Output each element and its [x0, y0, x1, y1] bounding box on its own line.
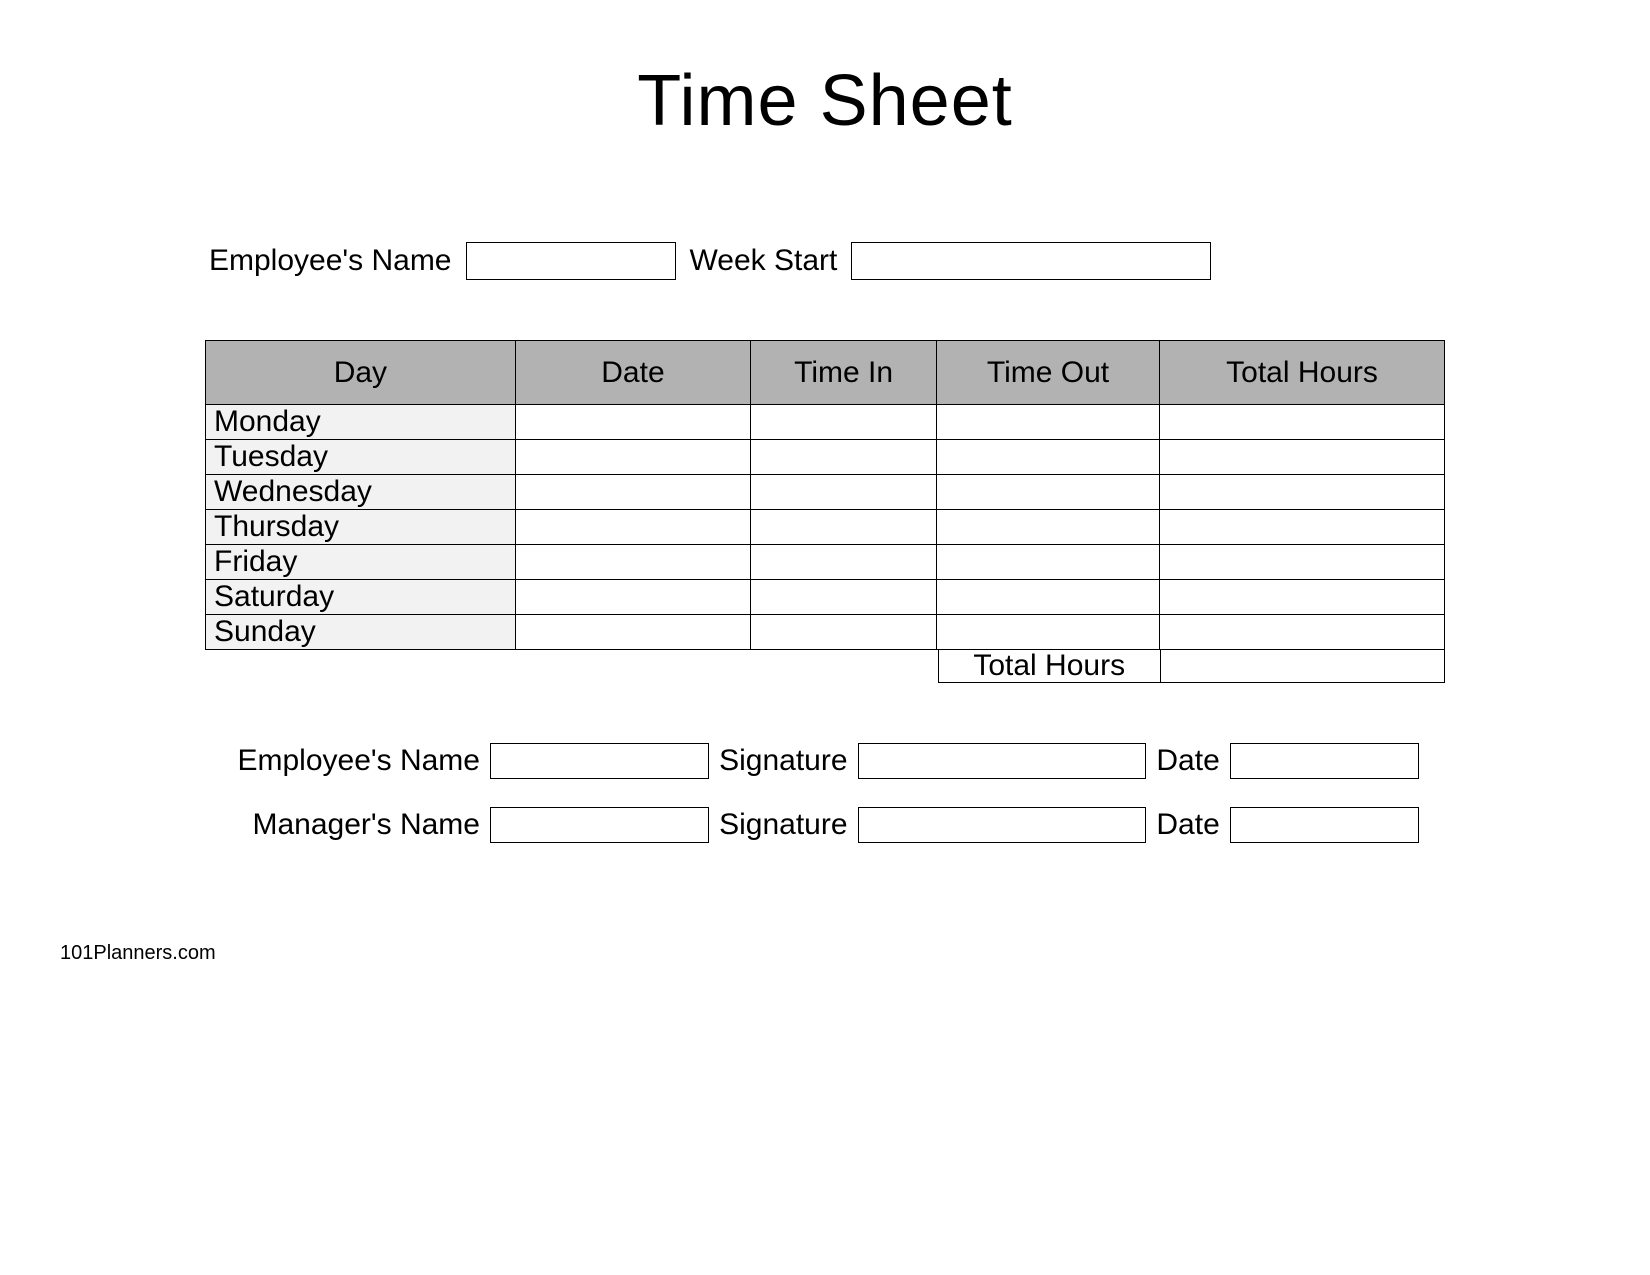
- manager-name-field[interactable]: [490, 807, 709, 843]
- week-start-label: Week Start: [690, 244, 838, 278]
- col-time-out: Time Out: [937, 341, 1160, 405]
- total-hours-cell[interactable]: [1160, 615, 1445, 650]
- time-out-cell[interactable]: [937, 545, 1160, 580]
- week-start-field[interactable]: [851, 242, 1211, 280]
- total-hours-cell[interactable]: [1160, 475, 1445, 510]
- date-cell[interactable]: [515, 545, 750, 580]
- manager-signature-field[interactable]: [858, 807, 1147, 843]
- attribution: 101Planners.com: [60, 942, 216, 965]
- date-cell[interactable]: [515, 440, 750, 475]
- employee-name-label: Employee's Name: [209, 244, 452, 278]
- date-cell[interactable]: [515, 510, 750, 545]
- header-fields: Employee's Name Week Start: [209, 242, 1445, 280]
- table-row: Saturday: [206, 580, 1445, 615]
- col-total-hours: Total Hours: [1160, 341, 1445, 405]
- manager-name-label: Manager's Name: [231, 808, 480, 842]
- time-in-cell[interactable]: [751, 580, 937, 615]
- day-cell: Saturday: [206, 580, 516, 615]
- table-row: Sunday: [206, 615, 1445, 650]
- date-cell[interactable]: [515, 405, 750, 440]
- employee-date-label: Date: [1156, 744, 1219, 778]
- time-in-cell[interactable]: [751, 510, 937, 545]
- time-out-cell[interactable]: [937, 440, 1160, 475]
- manager-date-field[interactable]: [1230, 807, 1419, 843]
- table-row: Tuesday: [206, 440, 1445, 475]
- time-in-cell[interactable]: [751, 545, 937, 580]
- table-row: Monday: [206, 405, 1445, 440]
- total-hours-cell[interactable]: [1160, 510, 1445, 545]
- totals-value-cell[interactable]: [1160, 649, 1445, 683]
- page-title: Time Sheet: [205, 60, 1445, 142]
- day-cell: Sunday: [206, 615, 516, 650]
- time-in-cell[interactable]: [751, 615, 937, 650]
- employee-signoff-row: Employee's Name Signature Date: [231, 743, 1419, 779]
- day-cell: Thursday: [206, 510, 516, 545]
- time-in-cell[interactable]: [751, 475, 937, 510]
- day-cell: Wednesday: [206, 475, 516, 510]
- time-in-cell[interactable]: [751, 405, 937, 440]
- table-row: Wednesday: [206, 475, 1445, 510]
- manager-date-label: Date: [1156, 808, 1219, 842]
- col-time-in: Time In: [751, 341, 937, 405]
- total-hours-cell[interactable]: [1160, 545, 1445, 580]
- time-out-cell[interactable]: [937, 475, 1160, 510]
- signoff-block: Employee's Name Signature Date Manager's…: [205, 743, 1445, 843]
- date-cell[interactable]: [515, 580, 750, 615]
- employee-signature-label: Signature: [719, 744, 847, 778]
- time-out-cell[interactable]: [937, 615, 1160, 650]
- time-out-cell[interactable]: [937, 580, 1160, 615]
- total-hours-cell[interactable]: [1160, 440, 1445, 475]
- employee-signature-field[interactable]: [858, 743, 1147, 779]
- totals-label: Total Hours: [938, 649, 1161, 683]
- day-cell: Monday: [206, 405, 516, 440]
- col-date: Date: [515, 341, 750, 405]
- manager-signoff-row: Manager's Name Signature Date: [231, 807, 1419, 843]
- time-in-cell[interactable]: [751, 440, 937, 475]
- table-header-row: Day Date Time In Time Out Total Hours: [206, 341, 1445, 405]
- time-out-cell[interactable]: [937, 405, 1160, 440]
- day-cell: Tuesday: [206, 440, 516, 475]
- manager-signature-label: Signature: [719, 808, 847, 842]
- timesheet-table: Day Date Time In Time Out Total Hours Mo…: [205, 340, 1445, 650]
- totals-row: Total Hours: [205, 649, 1445, 683]
- total-hours-cell[interactable]: [1160, 405, 1445, 440]
- employee-name-field[interactable]: [466, 242, 676, 280]
- col-day: Day: [206, 341, 516, 405]
- total-hours-cell[interactable]: [1160, 580, 1445, 615]
- date-cell[interactable]: [515, 615, 750, 650]
- employee-date-field[interactable]: [1230, 743, 1419, 779]
- table-row: Thursday: [206, 510, 1445, 545]
- employee-name-field-2[interactable]: [490, 743, 709, 779]
- employee-name-label-2: Employee's Name: [231, 744, 480, 778]
- day-cell: Friday: [206, 545, 516, 580]
- time-out-cell[interactable]: [937, 510, 1160, 545]
- date-cell[interactable]: [515, 475, 750, 510]
- table-row: Friday: [206, 545, 1445, 580]
